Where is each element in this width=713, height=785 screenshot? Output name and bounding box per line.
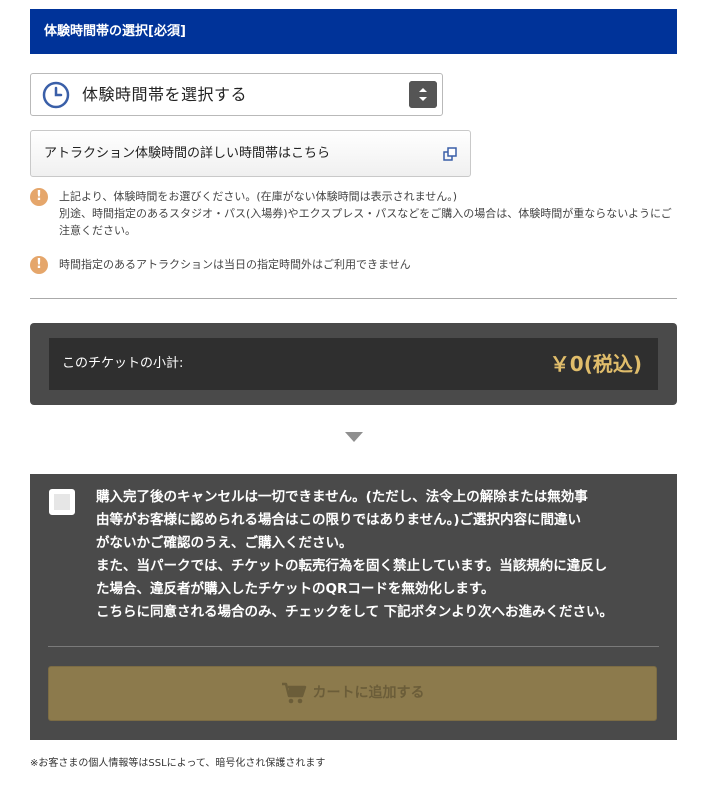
subtotal-price: ￥0(税込) <box>549 352 642 376</box>
section-header: 体験時間帯の選択[必須] <box>30 9 677 54</box>
consent-panel: 購入完了後のキャンセルは一切できません。(ただし、法令上の解除または無効事 由等… <box>30 474 677 740</box>
cart-icon <box>281 682 306 704</box>
checkbox-inner <box>54 494 70 510</box>
notice-timed-attraction: ! 時間指定のあるアトラクションは当日の指定時間外はご利用できません <box>30 256 680 276</box>
time-slot-select[interactable]: 体験時間帯を選択する <box>30 73 443 116</box>
consent-line: がないかご確認のうえ、ご購入ください。 <box>96 535 353 551</box>
consent-line: また、当パークでは、チケットの転売行為を固く禁止しています。当該規約に違反し <box>96 558 608 574</box>
cart-button-content: カートに追加する <box>49 667 656 720</box>
consent-line: 購入完了後のキャンセルは一切できません。(ただし、法令上の解除または無効事 <box>96 489 588 505</box>
notice-line: 上記より、体験時間をお選びください。(在庫がない体験時間は表示されません。) <box>59 190 458 203</box>
notice-line: 注意ください。 <box>59 224 136 237</box>
notice-select-time: ! 上記より、体験時間をお選びください。(在庫がない体験時間は表示されません。)… <box>30 188 680 244</box>
down-arrow-icon <box>345 432 363 442</box>
consent-line: こちらに同意される場合のみ、チェックをして 下記ボタンより次へお進みください。 <box>96 604 614 620</box>
notice-text: 時間指定のあるアトラクションは当日の指定時間外はご利用できません <box>59 256 411 273</box>
consent-line: 由等がお客様に認められる場合はこの限りではありません。)ご選択内容に間違い <box>96 512 582 528</box>
select-arrows-icon <box>409 81 437 108</box>
time-select-label: 体験時間帯を選択する <box>82 85 248 104</box>
divider <box>30 298 677 299</box>
notice-line: 時間指定のあるアトラクションは当日の指定時間外はご利用できません <box>59 258 411 271</box>
section-title: 体験時間帯の選択[必須] <box>44 24 186 39</box>
notice-line: 別途、時間指定のあるスタジオ・パス(入場券)やエクスプレス・パスなどをご購入の場… <box>59 207 672 220</box>
divider <box>48 646 659 647</box>
consent-checkbox[interactable] <box>49 489 75 515</box>
clock-icon <box>42 81 70 109</box>
subtotal-label: このチケットの小計: <box>62 356 184 371</box>
consent-line: た場合、違反者が購入したチケットのQRコードを無効化します。 <box>96 581 495 597</box>
consent-text: 購入完了後のキャンセルは一切できません。(ただし、法令上の解除または無効事 由等… <box>96 486 662 624</box>
add-to-cart-button[interactable]: カートに追加する <box>48 666 657 721</box>
subtotal-row: このチケットの小計: ￥0(税込) <box>49 338 658 390</box>
subtotal-panel: このチケットの小計: ￥0(税込) <box>30 323 677 405</box>
notice-text: 上記より、体験時間をお選びください。(在庫がない体験時間は表示されません。) 別… <box>59 188 672 239</box>
ssl-note: ※お客さまの個人情報等はSSLによって、暗号化され保護されます <box>30 758 326 769</box>
attraction-time-detail-link[interactable]: アトラクション体験時間の詳しい時間帯はこちら <box>30 130 471 177</box>
external-window-icon <box>443 147 457 161</box>
detail-link-label: アトラクション体験時間の詳しい時間帯はこちら <box>44 146 331 161</box>
warning-icon: ! <box>30 188 48 206</box>
warning-icon: ! <box>30 256 48 274</box>
cart-button-label: カートに追加する <box>312 685 425 701</box>
